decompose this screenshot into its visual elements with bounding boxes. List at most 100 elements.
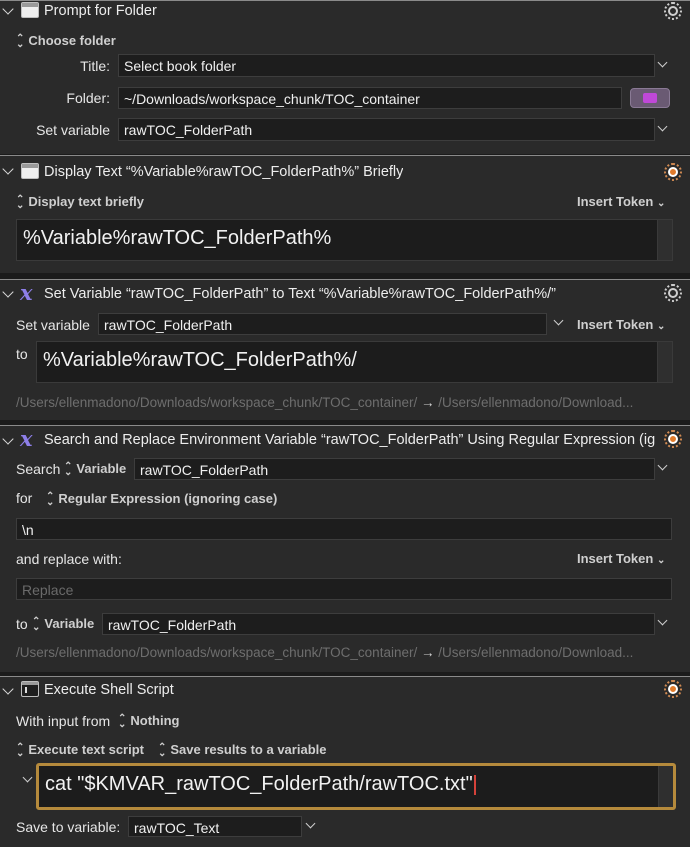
choose-folder-button[interactable] xyxy=(630,88,670,108)
result-mode-label: Save results to a variable xyxy=(170,742,327,757)
chevron-down-icon[interactable] xyxy=(22,772,33,783)
set-variable-text-area[interactable]: %Variable%rawTOC_FolderPath%/ xyxy=(36,341,673,383)
save-to-variable-field[interactable]: rawTOC_Text xyxy=(128,816,302,837)
chevron-down-icon[interactable] xyxy=(657,460,668,471)
action-set-variable: x Set Variable “rawTOC_FolderPath” to Te… xyxy=(0,279,690,420)
result-mode-popup[interactable]: ⌃ ⌄ Save results to a variable xyxy=(158,741,327,759)
result-preview: /Users/ellenmadono/Downloads/workspace_c… xyxy=(16,645,672,660)
action-execute-shell-script: Execute Shell Script With input from ⌃ ⌄ N… xyxy=(0,676,690,847)
search-variable-field[interactable]: rawTOC_FolderPath xyxy=(134,458,655,480)
updown-icon: ⌃ ⌄ xyxy=(118,712,127,730)
execute-mode-label: Execute text script xyxy=(28,742,144,757)
window-icon xyxy=(21,163,39,179)
arrow-icon: → xyxy=(420,645,435,660)
action-title: Execute Shell Script xyxy=(44,682,174,698)
chevron-down-icon[interactable] xyxy=(657,57,668,68)
save-to-variable-label: Save to variable: xyxy=(16,819,121,835)
match-mode-label: Regular Expression (ignoring case) xyxy=(58,491,278,506)
script-text: cat "$KMVAR_rawTOC_FolderPath/rawTOC.txt… xyxy=(45,773,473,795)
match-mode-popup[interactable]: ⌃ ⌄ Regular Expression (ignoring case) xyxy=(46,490,278,508)
scrollbar[interactable] xyxy=(657,342,672,382)
preview-to: /Users/ellenmadono/Download... xyxy=(438,645,634,660)
scrollbar[interactable] xyxy=(658,766,673,807)
set-variable-text: %Variable%rawTOC_FolderPath%/ xyxy=(43,349,357,371)
search-source-popup[interactable]: ⌃ ⌄ Variable xyxy=(64,460,127,478)
gear-icon[interactable] xyxy=(664,430,682,448)
mode-popup[interactable]: ⌃ ⌄ Display text briefly xyxy=(16,193,144,211)
display-text: %Variable%rawTOC_FolderPath% xyxy=(23,227,332,249)
collapse-chevron-icon[interactable] xyxy=(2,286,14,298)
collapse-chevron-icon[interactable] xyxy=(2,163,14,175)
updown-icon: ⌃ ⌄ xyxy=(16,741,25,759)
folder-label: Folder: xyxy=(66,90,110,106)
action-search-replace: x Search and Replace Environment Variabl… xyxy=(0,425,690,672)
replace-field[interactable]: Replace xyxy=(16,578,672,600)
insert-token-label: Insert Token xyxy=(577,317,654,332)
insert-token-button[interactable]: Insert Token ⌄ xyxy=(577,317,665,332)
gear-icon[interactable] xyxy=(664,163,682,181)
title-field[interactable]: Select book folder xyxy=(118,54,655,77)
to-label: to xyxy=(16,616,28,632)
input-from-label: With input from xyxy=(16,713,111,729)
arrow-icon: → xyxy=(420,395,435,410)
script-text-area[interactable]: cat "$KMVAR_rawTOC_FolderPath/rawTOC.txt… xyxy=(36,763,676,810)
insert-token-label: Insert Token xyxy=(577,194,654,209)
updown-icon: ⌃ ⌄ xyxy=(46,490,55,508)
action-title: Display Text “%Variable%rawTOC_FolderPat… xyxy=(44,164,404,180)
mode-popup[interactable]: ⌃ ⌄ Choose folder xyxy=(16,32,116,50)
insert-token-button[interactable]: Insert Token ⌄ xyxy=(577,194,665,209)
set-variable-label: Set variable xyxy=(16,317,90,333)
updown-icon: ⌃ ⌄ xyxy=(16,193,25,211)
set-variable-field[interactable]: rawTOC_FolderPath xyxy=(98,313,547,335)
chevron-down-icon[interactable] xyxy=(657,121,668,132)
gear-icon[interactable] xyxy=(664,284,682,302)
action-display-text: Display Text “%Variable%rawTOC_FolderPat… xyxy=(0,155,690,273)
macro-x-icon: x xyxy=(20,426,33,451)
search-source-label: Variable xyxy=(76,461,127,476)
set-variable-label: Set variable xyxy=(36,122,110,138)
input-from-popup[interactable]: ⌃ ⌄ Nothing xyxy=(118,712,180,730)
execute-mode-popup[interactable]: ⌃ ⌄ Execute text script xyxy=(16,741,144,759)
replace-label: and replace with: xyxy=(16,551,122,567)
terminal-icon xyxy=(21,681,39,697)
preview-from: /Users/ellenmadono/Downloads/workspace_c… xyxy=(16,395,418,410)
title-label: Title: xyxy=(80,58,110,74)
replace-placeholder: Replace xyxy=(22,582,74,598)
chevron-down-icon[interactable] xyxy=(553,315,564,326)
gear-icon[interactable] xyxy=(664,2,682,20)
preview-to: /Users/ellenmadono/Download... xyxy=(438,395,634,410)
macro-x-icon: x xyxy=(20,280,33,305)
action-title: Prompt for Folder xyxy=(44,3,157,19)
mode-label: Choose folder xyxy=(28,33,116,48)
updown-icon: ⌃ ⌄ xyxy=(16,32,25,50)
to-source-label: Variable xyxy=(44,616,95,631)
window-icon xyxy=(21,2,39,18)
collapse-chevron-icon[interactable] xyxy=(2,683,14,695)
chevron-down-icon[interactable] xyxy=(657,615,668,626)
folder-field[interactable]: ~/Downloads/workspace_chunk/TOC_containe… xyxy=(118,87,622,109)
chevron-down-icon[interactable] xyxy=(305,818,316,829)
result-preview: /Users/ellenmadono/Downloads/workspace_c… xyxy=(16,395,672,410)
for-label: for xyxy=(16,490,33,506)
updown-icon: ⌃ ⌄ xyxy=(64,460,73,478)
action-title: Search and Replace Environment Variable … xyxy=(44,432,656,448)
insert-token-label: Insert Token xyxy=(577,551,654,566)
text-caret xyxy=(473,774,476,795)
to-label: to xyxy=(16,346,28,362)
to-source-popup[interactable]: ⌃ ⌄ Variable xyxy=(32,615,95,633)
scrollbar[interactable] xyxy=(657,220,672,260)
collapse-chevron-icon[interactable] xyxy=(2,433,14,445)
updown-icon: ⌃ ⌄ xyxy=(158,741,167,759)
to-variable-field[interactable]: rawTOC_FolderPath xyxy=(102,613,655,635)
action-prompt-for-folder: Prompt for Folder ⌃ ⌄ Choose folder Title:… xyxy=(0,0,690,154)
set-variable-field[interactable]: rawTOC_FolderPath xyxy=(118,118,655,141)
collapse-chevron-icon[interactable] xyxy=(2,3,14,15)
gear-icon[interactable] xyxy=(664,680,682,698)
search-label: Search xyxy=(16,461,61,477)
input-from-value: Nothing xyxy=(130,713,180,728)
action-title: Set Variable “rawTOC_FolderPath” to Text… xyxy=(44,286,557,302)
display-text-area[interactable]: %Variable%rawTOC_FolderPath% xyxy=(16,219,673,261)
search-pattern-field[interactable]: \n xyxy=(16,518,672,540)
insert-token-button[interactable]: Insert Token ⌄ xyxy=(577,551,665,566)
updown-icon: ⌃ ⌄ xyxy=(32,615,41,633)
